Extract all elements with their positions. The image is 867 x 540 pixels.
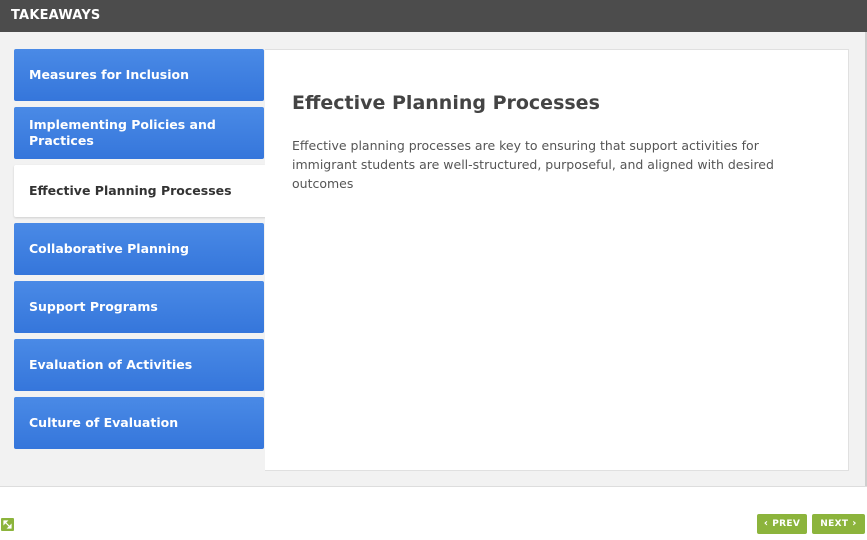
next-button[interactable]: NEXT › <box>812 514 865 534</box>
tab-culture-of-evaluation[interactable]: Culture of Evaluation <box>14 397 264 449</box>
prev-button[interactable]: ‹ PREV <box>757 514 807 534</box>
footer-divider <box>0 486 867 487</box>
expand-icon[interactable] <box>1 518 14 531</box>
content-panel: Effective Planning Processes Effective p… <box>265 49 849 471</box>
expand-arrows-icon <box>3 520 12 529</box>
header-bar: TAKEAWAYS <box>0 0 867 32</box>
tab-support-programs[interactable]: Support Programs <box>14 281 264 333</box>
chevron-right-icon: › <box>852 518 857 529</box>
tab-evaluation-of-activities[interactable]: Evaluation of Activities <box>14 339 264 391</box>
tab-collaborative-planning[interactable]: Collaborative Planning <box>14 223 264 275</box>
prev-label: PREV <box>772 519 801 529</box>
tab-effective-planning-processes[interactable]: Effective Planning Processes <box>14 165 267 217</box>
chevron-left-icon: ‹ <box>763 518 769 529</box>
tab-measures-for-inclusion[interactable]: Measures for Inclusion <box>14 49 264 101</box>
next-label: NEXT <box>820 519 849 529</box>
tab-implementing-policies[interactable]: Implementing Policies and Practices <box>14 107 264 159</box>
panel-heading: Effective Planning Processes <box>292 92 600 114</box>
page-title: TAKEAWAYS <box>11 8 101 23</box>
panel-body: Effective planning processes are key to … <box>292 138 774 191</box>
